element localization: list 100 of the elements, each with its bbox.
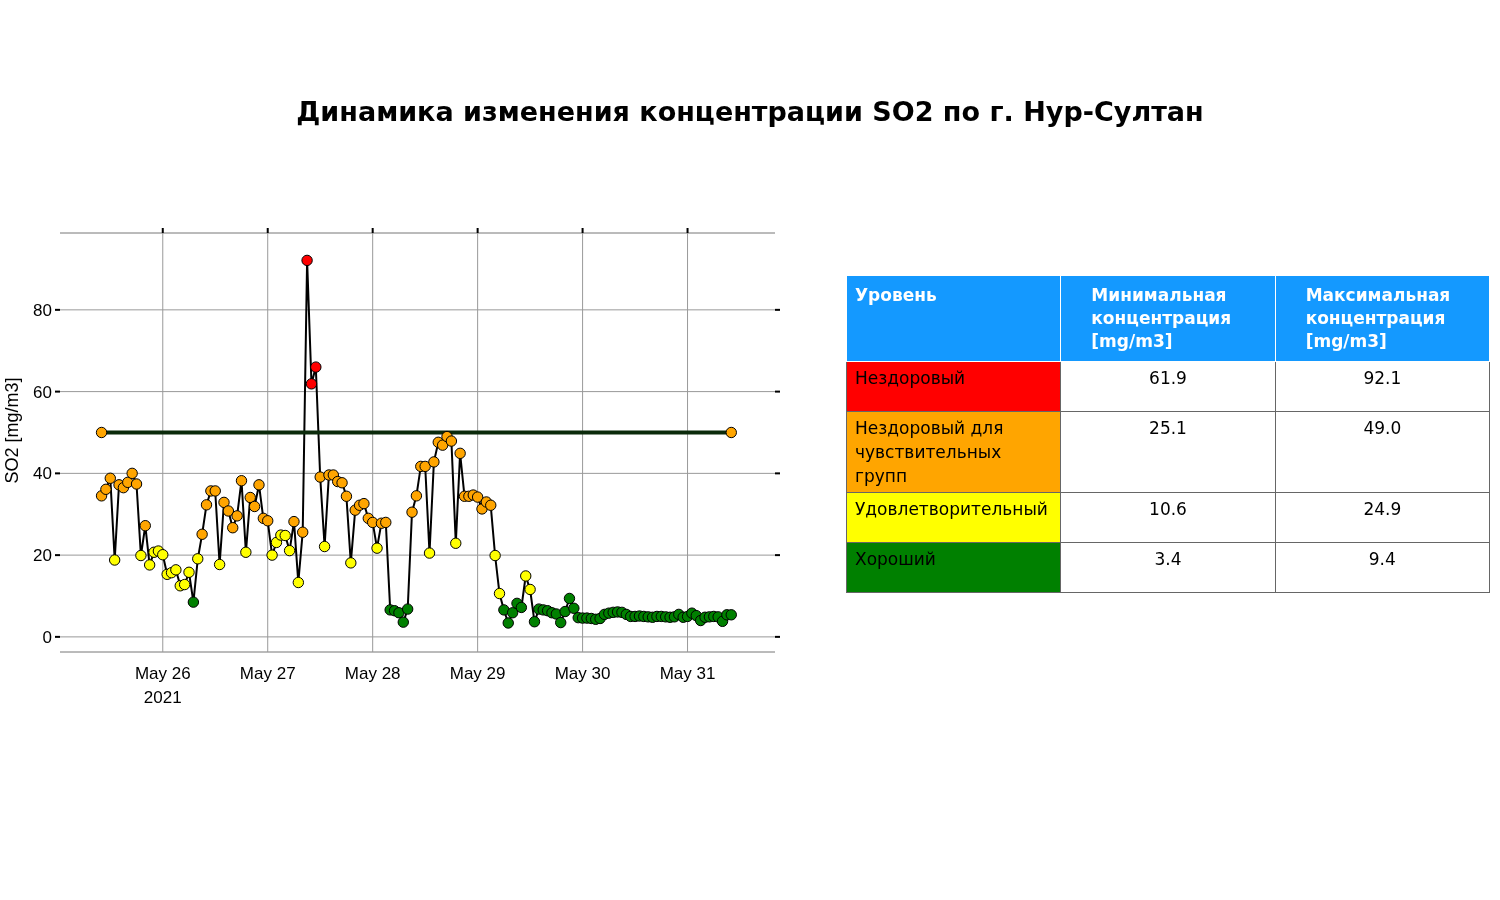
data-point: [266, 549, 278, 561]
data-point: [248, 500, 261, 513]
data-point: [555, 616, 567, 629]
data-point: [520, 570, 532, 582]
table-header-cell: Минимальная концентрация [mg/m3]: [1060, 275, 1276, 362]
data-point: [725, 609, 737, 621]
data-point: [406, 506, 418, 518]
table-header-cell: Уровень: [846, 275, 1061, 362]
data-point: [126, 467, 138, 480]
axis-tick-label: 20: [33, 546, 52, 566]
data-point: [493, 587, 506, 600]
data-point: [130, 478, 143, 490]
chart-title: Динамика изменения концентрации SO2 по г. Нур-Султан: [295, 95, 1205, 129]
data-point: [436, 439, 449, 451]
data-point: [100, 483, 112, 495]
data-point: [192, 553, 204, 565]
data-point: [157, 549, 169, 561]
axis-tick-label: May 27: [239, 664, 296, 683]
data-point: [297, 526, 309, 538]
data-point: [450, 537, 462, 549]
data-point: [244, 491, 256, 504]
data-point: [279, 529, 291, 542]
data-point: [725, 426, 737, 439]
data-point: [367, 516, 379, 529]
table-cell: 49.0: [1275, 411, 1490, 493]
axis-tick-label: May 30: [554, 664, 611, 683]
data-point: [301, 254, 313, 267]
table-cell: 9.4: [1275, 542, 1490, 593]
data-point: [524, 583, 536, 596]
data-point: [371, 542, 383, 554]
data-point: [498, 604, 510, 616]
table-cell: 3.4: [1060, 542, 1276, 593]
data-point: [314, 471, 326, 483]
table-cell: 25.1: [1060, 411, 1276, 493]
axis-tick-label: 80: [33, 300, 52, 320]
data-point: [262, 515, 274, 527]
data-point: [340, 490, 353, 502]
data-point: [170, 564, 182, 576]
axis-tick-label: 0: [42, 627, 52, 647]
data-point: [253, 479, 265, 491]
table-cell: 61.9: [1060, 361, 1276, 412]
axis-title: SO2 [mg/m3]: [2, 377, 22, 484]
level-cell: Нездоровый: [846, 361, 1061, 412]
data-point: [139, 520, 151, 532]
data-point: [283, 544, 296, 557]
axis-tick-label: May 28: [344, 664, 401, 683]
data-point: [336, 477, 348, 489]
data-point: [227, 522, 239, 534]
table-cell: 24.9: [1275, 492, 1490, 543]
data-point: [563, 592, 576, 605]
data-point: [318, 540, 331, 553]
data-point: [187, 596, 200, 608]
data-point: [108, 554, 121, 566]
data-point: [104, 472, 116, 484]
table-cell: 92.1: [1275, 361, 1490, 412]
data-point: [218, 496, 230, 509]
data-point: [428, 456, 440, 468]
data-point: [292, 576, 305, 589]
data-point: [235, 475, 248, 487]
data-point: [213, 558, 226, 571]
data-point: [231, 510, 243, 522]
data-point: [559, 605, 571, 618]
data-point: [393, 607, 405, 619]
data-point: [222, 505, 235, 517]
data-point: [515, 601, 528, 614]
axis-tick-label: May 31: [659, 664, 716, 683]
data-point: [528, 616, 541, 628]
data-point: [454, 447, 466, 460]
data-point: [305, 378, 318, 390]
data-point: [240, 546, 252, 558]
axis-tick-label: 60: [33, 382, 52, 402]
data-point: [401, 603, 414, 615]
data-point: [143, 559, 156, 571]
data-point: [419, 460, 431, 473]
data-point: [345, 557, 357, 569]
data-point: [380, 516, 392, 529]
table-cell: 10.6: [1060, 492, 1276, 543]
data-point: [489, 549, 501, 562]
data-point: [358, 497, 370, 510]
data-point: [196, 528, 208, 540]
data-point: [410, 490, 423, 502]
data-point: [183, 566, 195, 578]
axis-tick-label: 40: [33, 464, 52, 484]
axis-tick-label: 2021: [143, 688, 182, 707]
data-point: [288, 515, 300, 528]
data-point: [200, 499, 213, 511]
data-point: [178, 578, 191, 591]
data-point: [471, 491, 484, 503]
table-header-cell: Максимальная концентрация [mg/m3]: [1275, 275, 1490, 362]
data-point: [209, 485, 221, 497]
data-point: [506, 607, 519, 619]
data-point: [310, 361, 322, 373]
data-point: [485, 499, 497, 511]
data-point: [397, 616, 409, 628]
axis-tick-label: May 26: [134, 664, 191, 683]
axis-tick-label: May 29: [449, 664, 506, 683]
data-point: [502, 617, 514, 629]
level-cell: Хороший: [846, 542, 1061, 593]
data-point: [135, 549, 147, 562]
level-cell: Нездоровый для чувствительных групп: [846, 411, 1061, 493]
